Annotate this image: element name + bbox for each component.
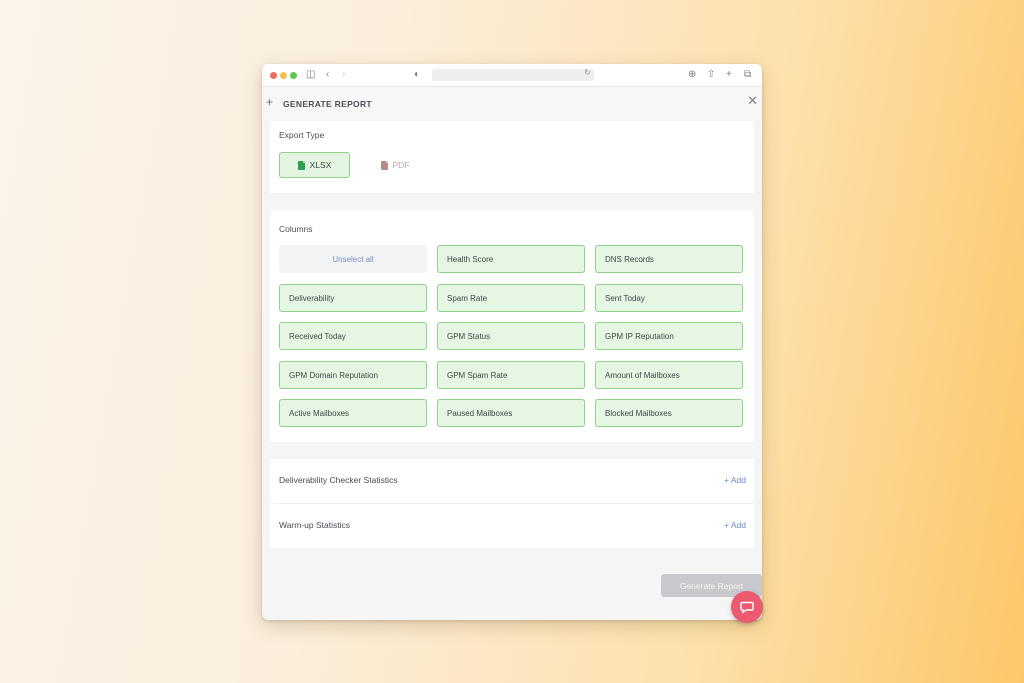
column-toggle-spam-rate[interactable]: Spam Rate [437, 284, 585, 312]
deliverability-checker-stats-label: Deliverability Checker Statistics [279, 475, 398, 485]
share-icon[interactable]: ⇧ [707, 68, 715, 82]
back-icon[interactable]: ‹ [326, 68, 329, 82]
column-toggle-active-mailboxes[interactable]: Active Mailboxes [279, 399, 427, 427]
warmup-stats-label: Warm-up Statistics [279, 520, 351, 530]
pdf-option-button[interactable]: PDF [370, 152, 420, 178]
columns-label: Columns [279, 224, 313, 234]
sidebar-icon[interactable]: ◫ [306, 68, 315, 82]
warmup-stats-row: Warm-up Statistics + Add [270, 504, 754, 548]
address-bar[interactable]: ↻ [432, 68, 594, 81]
unselect-all-button[interactable]: Unselect all [279, 245, 427, 273]
column-toggle-paused-mailboxes[interactable]: Paused Mailboxes [437, 399, 585, 427]
deliverability-checker-stats-row: Deliverability Checker Statistics + Add [270, 459, 754, 503]
xlsx-option-button[interactable]: XLSX [279, 152, 350, 178]
dialog-header: + GENERATE REPORT ✕ [262, 87, 762, 119]
tabs-icon[interactable]: ⧉ [744, 68, 751, 82]
columns-section: Columns Unselect all Health Score DNS Re… [270, 210, 754, 442]
column-toggle-deliverability[interactable]: Deliverability [279, 284, 427, 312]
file-icon [380, 160, 388, 170]
dialog-title: GENERATE REPORT [283, 99, 372, 109]
column-toggle-dns-records[interactable]: DNS Records [595, 245, 743, 273]
column-toggle-health-score[interactable]: Health Score [437, 245, 585, 273]
chat-button[interactable] [731, 591, 763, 623]
add-deliverability-checker-stats-button[interactable]: + Add [724, 475, 746, 485]
export-type-section: Export Type XLSX PDF [270, 121, 754, 193]
add-warmup-stats-button[interactable]: + Add [724, 520, 746, 530]
column-toggle-gpm-domain-reputation[interactable]: GPM Domain Reputation [279, 361, 427, 389]
column-toggle-received-today[interactable]: Received Today [279, 322, 427, 350]
column-toggle-amount-of-mailboxes[interactable]: Amount of Mailboxes [595, 361, 743, 389]
download-icon[interactable]: ⊕ [688, 68, 696, 82]
column-toggle-gpm-spam-rate[interactable]: GPM Spam Rate [437, 361, 585, 389]
reload-icon[interactable]: ↻ [584, 68, 591, 77]
forward-icon[interactable]: › [342, 68, 345, 82]
shield-icon: ◐ [414, 69, 421, 80]
column-toggle-blocked-mailboxes[interactable]: Blocked Mailboxes [595, 399, 743, 427]
column-toggle-gpm-ip-reputation[interactable]: GPM IP Reputation [595, 322, 743, 350]
close-window-button[interactable] [270, 72, 277, 79]
export-type-label: Export Type [279, 130, 325, 140]
new-tab-icon[interactable]: + [726, 68, 732, 82]
column-toggle-sent-today[interactable]: Sent Today [595, 284, 743, 312]
close-icon[interactable]: ✕ [747, 94, 758, 108]
maximize-window-button[interactable] [290, 72, 297, 79]
browser-toolbar: ◫ ‹ › ◐ ↻ ⊕ ⇧ + ⧉ [262, 64, 762, 87]
column-toggle-gpm-status[interactable]: GPM Status [437, 322, 585, 350]
chat-icon [740, 601, 754, 614]
pdf-option-label: PDF [392, 160, 410, 170]
browser-window: ◫ ‹ › ◐ ↻ ⊕ ⇧ + ⧉ + GENERATE REPORT ✕ Ex… [262, 64, 762, 620]
xlsx-option-label: XLSX [309, 160, 332, 170]
minimize-window-button[interactable] [280, 72, 287, 79]
plus-icon[interactable]: + [266, 96, 273, 108]
file-icon [297, 160, 305, 170]
